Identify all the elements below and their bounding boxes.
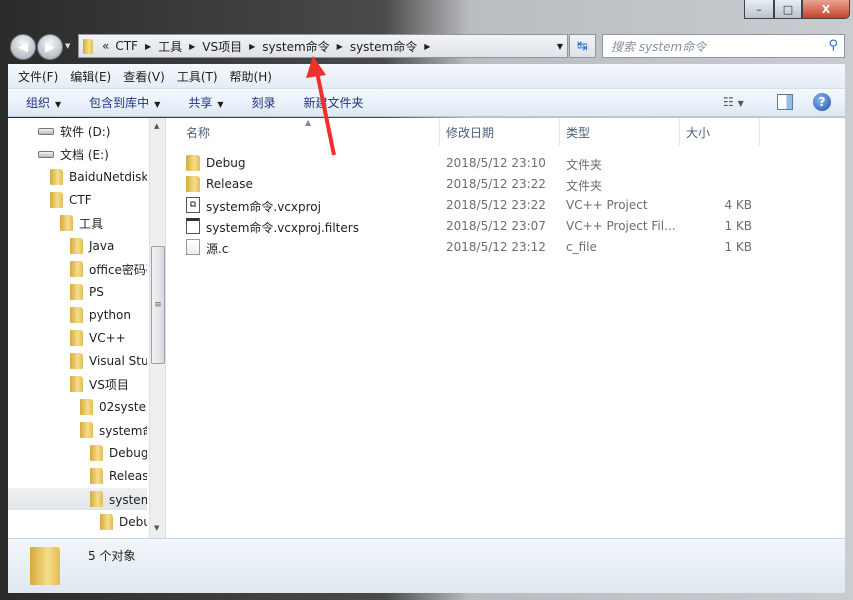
- arrow-head: [306, 56, 326, 78]
- annotation-arrow: [306, 56, 336, 156]
- arrow-shaft: [315, 71, 336, 156]
